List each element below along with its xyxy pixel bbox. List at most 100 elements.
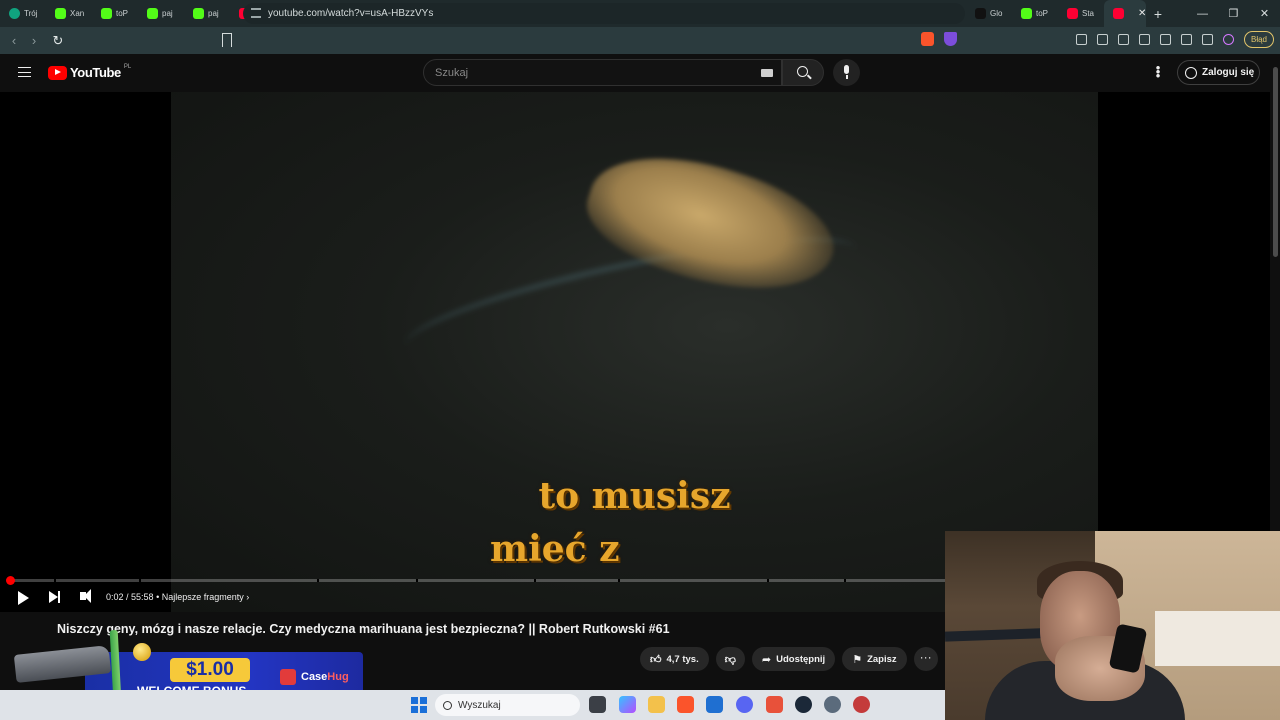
chevron-right-icon[interactable]: › xyxy=(246,592,249,602)
bookmark-icon[interactable] xyxy=(222,33,232,47)
close-tab-icon[interactable]: ✕ xyxy=(1138,8,1146,19)
profile-icon[interactable] xyxy=(1222,34,1234,45)
time-display[interactable]: 0:02 / 55:58 • Najlepsze fragmenty › xyxy=(106,592,249,602)
error-chip[interactable]: Błąd xyxy=(1243,31,1274,48)
browser-tab[interactable]: toP xyxy=(92,0,138,27)
chapters-label[interactable]: Najlepsze fragmenty xyxy=(162,592,244,602)
youtube-icon xyxy=(1113,8,1124,19)
brave-rewards-icon[interactable] xyxy=(944,32,957,46)
logo-text: YouTube xyxy=(70,65,121,80)
share-label: Udostępnij xyxy=(776,653,826,665)
brand-part-b: Hug xyxy=(327,671,349,683)
discord-icon[interactable] xyxy=(736,696,753,713)
video-title: Niszczy geny, mózg i nasze relacje. Czy … xyxy=(57,622,670,636)
progress-bar[interactable] xyxy=(6,576,945,585)
chapter-marker xyxy=(534,579,536,582)
brave-active-icon[interactable] xyxy=(766,696,783,713)
new-tab-button[interactable]: + xyxy=(1146,6,1170,22)
player-controls: 0:02 / 55:58 • Najlepsze fragmenty › xyxy=(0,586,945,612)
browser-tab[interactable]: paj xyxy=(138,0,184,27)
ad-amount: $1.00 xyxy=(170,658,250,682)
back-button[interactable]: ‹ xyxy=(4,33,24,48)
brave-browser-icon[interactable] xyxy=(677,696,694,713)
forward-button[interactable]: › xyxy=(24,33,44,48)
taskbar-search[interactable]: Wyszukaj xyxy=(435,694,580,716)
browser-tab[interactable]: Glo xyxy=(966,0,1012,27)
voice-search-button[interactable] xyxy=(833,59,860,86)
windows-taskbar: Wyszukaj xyxy=(0,690,945,720)
more-actions-button[interactable]: ··· xyxy=(913,647,938,671)
chapter-marker xyxy=(139,579,141,582)
restore-button[interactable]: ❐ xyxy=(1218,0,1249,27)
next-icon[interactable] xyxy=(49,591,60,603)
brand-part-a: Case xyxy=(301,671,328,683)
reader-icon[interactable] xyxy=(1096,34,1108,45)
chapter-marker xyxy=(618,579,620,582)
share-button[interactable]: ➦ Udostępnij xyxy=(751,647,836,671)
music-icon[interactable] xyxy=(1117,34,1129,45)
brave-shield-icon[interactable] xyxy=(921,32,934,46)
browser-tab[interactable]: Xan xyxy=(46,0,92,27)
action-bar: 👍︎ 4,7 tys. 👎︎ ➦ Udostępnij ⚑ Zapisz ··· xyxy=(640,647,938,671)
tiktok-icon xyxy=(975,8,986,19)
tab-label: toP xyxy=(1036,9,1049,18)
tab-label: Glo xyxy=(990,9,1003,18)
youtube-logo[interactable]: YouTube PL xyxy=(48,63,132,80)
close-window-button[interactable]: ✕ xyxy=(1249,0,1280,27)
minimize-button[interactable]: — xyxy=(1187,0,1218,27)
file-explorer-icon[interactable] xyxy=(648,696,665,713)
sign-in-label: Zaloguj się xyxy=(1202,67,1255,78)
scrollbar-thumb[interactable] xyxy=(1273,67,1278,257)
save-button[interactable]: ⚑ Zapisz xyxy=(842,647,907,671)
search-button[interactable] xyxy=(782,59,824,86)
share-icon: ➦ xyxy=(761,653,772,666)
country-code: PL xyxy=(123,63,132,70)
browser-tab[interactable]: Sta xyxy=(1058,0,1104,27)
tab-label: toP xyxy=(116,9,129,18)
extension-icon[interactable] xyxy=(1075,34,1087,45)
extensions-area: Błąd xyxy=(1075,31,1274,48)
account-icon xyxy=(1185,66,1197,79)
subtitle-line-1: to musisz xyxy=(538,475,731,517)
play-icon[interactable] xyxy=(18,591,29,605)
menu-icon[interactable] xyxy=(18,67,31,77)
keyboard-icon[interactable] xyxy=(761,69,773,77)
wallet-icon[interactable] xyxy=(1159,34,1171,45)
dislike-button[interactable]: 👎︎ xyxy=(715,647,745,671)
volume-icon[interactable] xyxy=(80,589,91,603)
copilot-icon[interactable] xyxy=(619,696,636,713)
task-view-icon[interactable] xyxy=(589,696,606,713)
taskbar-search-label: Wyszukaj xyxy=(458,699,501,711)
store-icon[interactable] xyxy=(706,696,723,713)
reload-button[interactable]: ↻ xyxy=(48,33,68,49)
kick-icon xyxy=(193,8,204,19)
like-button[interactable]: 👍︎ 4,7 tys. xyxy=(640,647,709,671)
screen: TrójXantoPpajpaj6 NWaWaImgWa202(43(43paj… xyxy=(0,0,1280,720)
browser-tab[interactable]: toP xyxy=(1012,0,1058,27)
scrubber-handle[interactable] xyxy=(6,576,15,585)
chapter-marker xyxy=(54,579,56,582)
search-input[interactable]: Szukaj xyxy=(423,59,782,86)
steam-icon[interactable] xyxy=(795,696,812,713)
browser-tab[interactable]: Trój xyxy=(0,0,46,27)
kick-icon xyxy=(147,8,158,19)
bookmark-save-icon: ⚑ xyxy=(852,653,863,666)
youtube-play-icon xyxy=(48,65,67,80)
vpn-icon[interactable] xyxy=(1201,34,1213,45)
sidebar-icon[interactable] xyxy=(1138,34,1150,45)
settings-kebab-icon[interactable]: • • • xyxy=(1153,61,1163,82)
site-settings-icon[interactable] xyxy=(251,8,261,18)
chapter-marker xyxy=(767,579,769,582)
settings-gear-icon[interactable] xyxy=(824,696,841,713)
url-text: youtube.com/watch?v=usA-HBzzVYs xyxy=(268,8,434,19)
browser-tab[interactable]: paj xyxy=(184,0,230,27)
windows-start-icon[interactable] xyxy=(411,697,427,713)
address-bar[interactable]: youtube.com/watch?v=usA-HBzzVYs xyxy=(243,3,965,24)
youtube-header: YouTube PL Szukaj • • • Zaloguj się xyxy=(0,54,1270,92)
sign-in-button[interactable]: Zaloguj się xyxy=(1177,60,1260,85)
recording-app-icon[interactable] xyxy=(853,696,870,713)
browser-tab[interactable]: ✕ xyxy=(1104,0,1146,27)
thumbs-down-icon: 👎︎ xyxy=(724,653,736,666)
leo-ai-icon[interactable] xyxy=(1180,34,1192,45)
time-text: 0:02 / 55:58 xyxy=(106,592,154,602)
